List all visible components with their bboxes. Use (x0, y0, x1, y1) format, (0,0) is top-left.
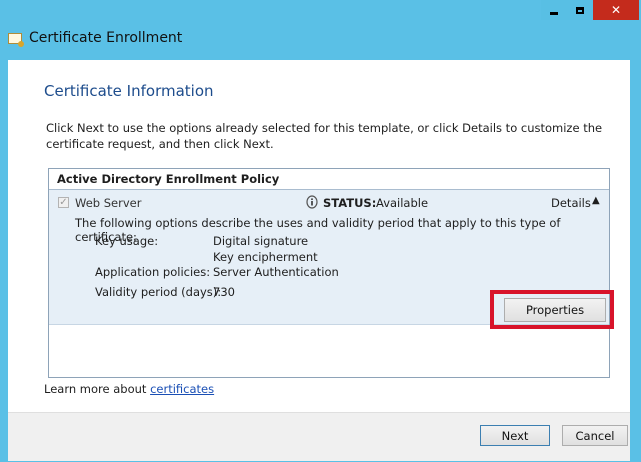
window-title: Certificate Enrollment (29, 30, 183, 46)
details-toggle[interactable]: Details (551, 196, 591, 210)
page-title: Certificate Information (44, 82, 214, 100)
key-usage-value-1: Digital signature (213, 234, 309, 248)
dialog-footer: Next Cancel (8, 412, 630, 461)
web-server-checkbox[interactable]: ✓ (58, 197, 69, 208)
minimize-icon (550, 11, 558, 15)
window-controls: ✕ (541, 0, 639, 20)
learn-more: Learn more about certificates (44, 382, 214, 396)
certificate-name: Web Server (75, 196, 142, 210)
minimize-button[interactable] (541, 0, 567, 20)
chevron-up-icon[interactable]: ▲ (592, 195, 600, 206)
validity-period-value: 730 (213, 285, 235, 299)
certificates-link[interactable]: certificates (150, 382, 214, 396)
key-usage-label: Key usage: (95, 234, 159, 248)
validity-period-label: Validity period (days): (95, 285, 222, 299)
status-value: Available (376, 196, 429, 210)
status-label: STATUS: (323, 196, 377, 210)
next-button[interactable]: Next (480, 425, 550, 446)
key-usage-value-2: Key encipherment (213, 250, 318, 264)
application-policies-label: Application policies: (95, 265, 211, 279)
properties-button[interactable]: Properties (504, 298, 606, 322)
learn-more-text: Learn more about (44, 382, 147, 396)
close-icon: ✕ (610, 3, 622, 17)
dialog-content: Certificate Information Click Next to us… (8, 60, 630, 412)
close-button[interactable]: ✕ (593, 0, 639, 20)
certificate-icon (8, 32, 24, 47)
intro-text: Click Next to use the options already se… (46, 121, 603, 151)
maximize-icon (576, 6, 584, 14)
title-bar: Certificate Enrollment (8, 30, 183, 47)
cancel-button[interactable]: Cancel (562, 425, 628, 446)
maximize-button[interactable] (567, 0, 593, 20)
policy-header: Active Directory Enrollment Policy (49, 169, 609, 190)
application-policies-value: Server Authentication (213, 265, 339, 279)
info-icon (306, 195, 318, 209)
enrollment-policy-panel: Active Directory Enrollment Policy ✓ Web… (48, 168, 610, 378)
